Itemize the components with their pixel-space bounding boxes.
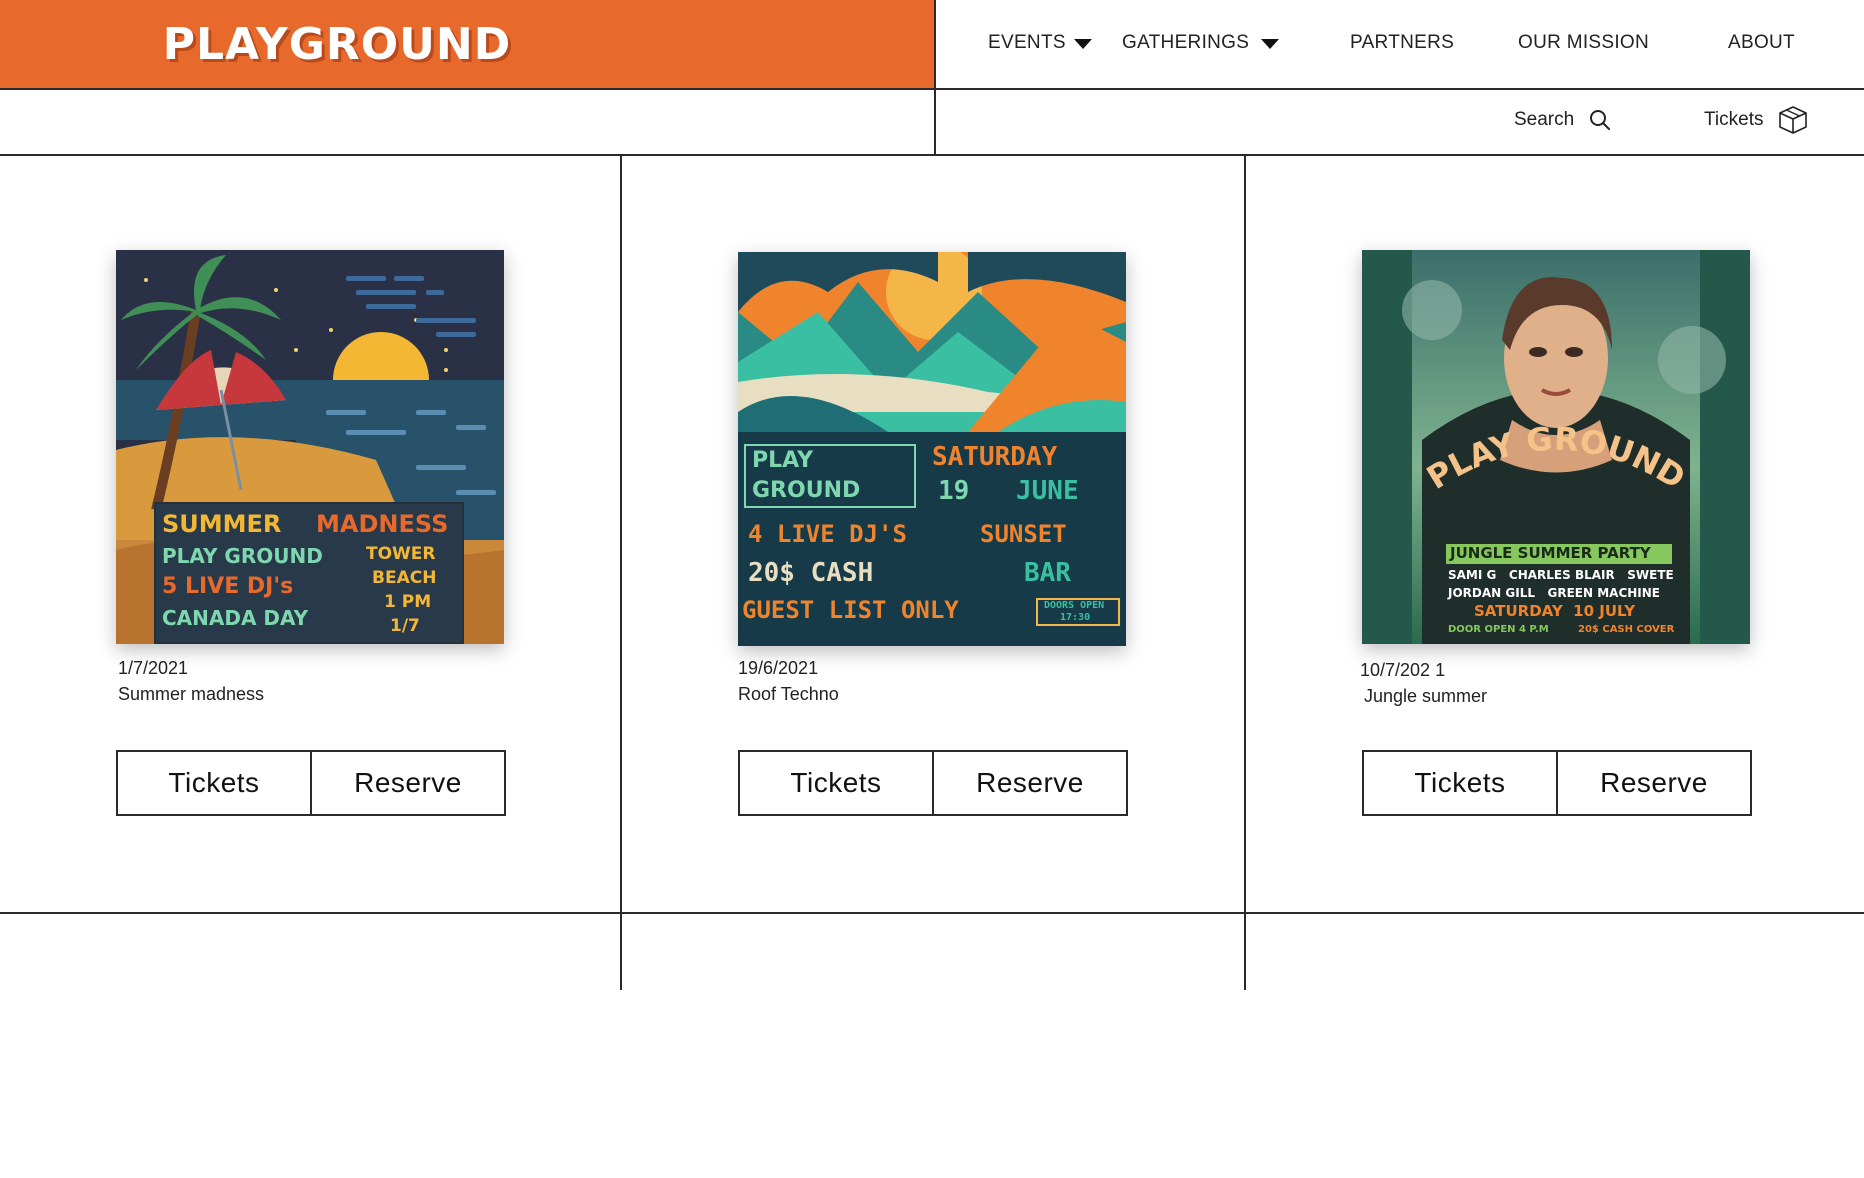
poster-side-text: TOWER: [366, 544, 436, 564]
poster-date: 19: [938, 476, 970, 506]
poster-day: SATURDAY: [932, 442, 1058, 472]
event-poster[interactable]: SUMMER MADNESS PLAY GROUND 5 LIVE DJ's C…: [116, 250, 504, 644]
event-date: 19/6/2021: [738, 658, 819, 678]
poster-headline: MADNESS: [316, 510, 449, 538]
poster-cover: 20$ CASH COVER: [1578, 624, 1675, 635]
poster-side-text: BEACH: [372, 568, 437, 588]
poster-side-text: 1/7: [390, 616, 420, 636]
svg-text:PLAY GROUND: PLAY GROUND: [1420, 420, 1692, 497]
event-date: 10/7/202 1: [1360, 660, 1446, 680]
row-divider: [0, 912, 1864, 914]
event-date: 1/7/2021: [118, 658, 189, 678]
poster-text: BAR: [1024, 558, 1071, 588]
main-nav: EVENTS GATHERINGS PARTNERS OUR MISSION A…: [934, 0, 1864, 90]
tickets-label: Tickets: [1704, 109, 1764, 130]
poster-text: 4 LIVE DJ'S: [748, 520, 907, 548]
nav-item-label: OUR MISSION: [1518, 32, 1650, 53]
event-actions: Tickets Reserve: [116, 750, 506, 816]
poster-doors: 17:30: [1060, 612, 1091, 623]
event-actions: Tickets Reserve: [738, 750, 1128, 816]
utility-bar: Search Tickets: [934, 90, 1864, 156]
poster-sub: JUNGLE SUMMER PARTY: [1450, 544, 1651, 562]
poster-arc-text: PLAY GROUND: [1420, 420, 1692, 497]
poster-doors: DOORS OPEN: [1044, 600, 1105, 611]
brand-logo[interactable]: PLAYGROUND: [163, 19, 515, 73]
poster-text: 5 LIVE DJ's: [162, 574, 294, 599]
poster-text: GUEST LIST ONLY: [742, 596, 959, 624]
tickets-button[interactable]: Tickets: [1364, 752, 1556, 814]
poster-headline: SUMMER: [162, 510, 282, 538]
search-icon: [1590, 110, 1611, 130]
poster-date: JUNE: [1016, 476, 1079, 506]
event-poster[interactable]: PLAY GROUND JUNGLE SUMMER PARTY SAMI G C…: [1362, 250, 1750, 644]
poster-brand: GROUND: [752, 478, 861, 503]
event-title[interactable]: Summer madness: [118, 684, 264, 705]
subbar-left: [0, 90, 934, 156]
tickets-button[interactable]: Tickets: [740, 752, 932, 814]
poster-names: JORDAN GILL GREEN MACHINE: [1448, 586, 1661, 600]
poster-brand: PLAY: [752, 448, 813, 473]
reserve-button[interactable]: Reserve: [310, 752, 504, 814]
page-frame: PLAYGROUND EVENTS GATHERINGS PARTNERS OU…: [0, 0, 1864, 990]
event-actions: Tickets Reserve: [1362, 750, 1752, 816]
nav-item-label: EVENTS: [988, 32, 1066, 53]
nav-item-label: PARTNERS: [1350, 32, 1455, 53]
column-divider: [620, 156, 622, 990]
poster-names: SAMI G CHARLES BLAIR SWETE: [1448, 568, 1674, 582]
reserve-button[interactable]: Reserve: [1556, 752, 1750, 814]
nav-item-events[interactable]: EVENTS: [988, 32, 1092, 54]
caret-down-icon: [1261, 39, 1280, 49]
nav-item-label: GATHERINGS: [1122, 32, 1250, 53]
search-button[interactable]: Search: [1514, 108, 1612, 132]
poster-text: PLAY GROUND: [162, 544, 323, 568]
event-title[interactable]: Roof Techno: [738, 684, 839, 705]
poster-text: 20$ CASH: [748, 558, 874, 588]
box-icon: [1779, 106, 1808, 134]
nav-item-partners[interactable]: PARTNERS: [1350, 32, 1454, 54]
nav-item-label: ABOUT: [1728, 32, 1795, 53]
poster-arc-label: PLAY GROUND: [1420, 420, 1692, 497]
poster-text: SUNSET: [980, 520, 1067, 548]
event-title[interactable]: Jungle summer: [1364, 686, 1487, 707]
header-logo-bar: PLAYGROUND: [0, 0, 934, 90]
poster-date: SATURDAY 10 JULY: [1474, 602, 1636, 620]
column-divider: [1244, 156, 1246, 990]
tickets-cart-button[interactable]: Tickets: [1704, 104, 1809, 136]
nav-item-gatherings[interactable]: GATHERINGS: [1122, 32, 1280, 54]
poster-text: CANADA DAY: [162, 606, 309, 630]
event-poster[interactable]: PLAY GROUND SATURDAY 19 JUNE 4 LIVE DJ'S…: [738, 252, 1126, 646]
nav-item-about[interactable]: ABOUT: [1728, 32, 1795, 54]
nav-item-our-mission[interactable]: OUR MISSION: [1518, 32, 1649, 54]
search-label: Search: [1514, 109, 1575, 130]
poster-side-text: 1 PM: [384, 592, 432, 612]
poster-door: DOOR OPEN 4 P.M: [1448, 624, 1549, 635]
tickets-button[interactable]: Tickets: [118, 752, 310, 814]
caret-down-icon: [1073, 39, 1092, 49]
reserve-button[interactable]: Reserve: [932, 752, 1126, 814]
